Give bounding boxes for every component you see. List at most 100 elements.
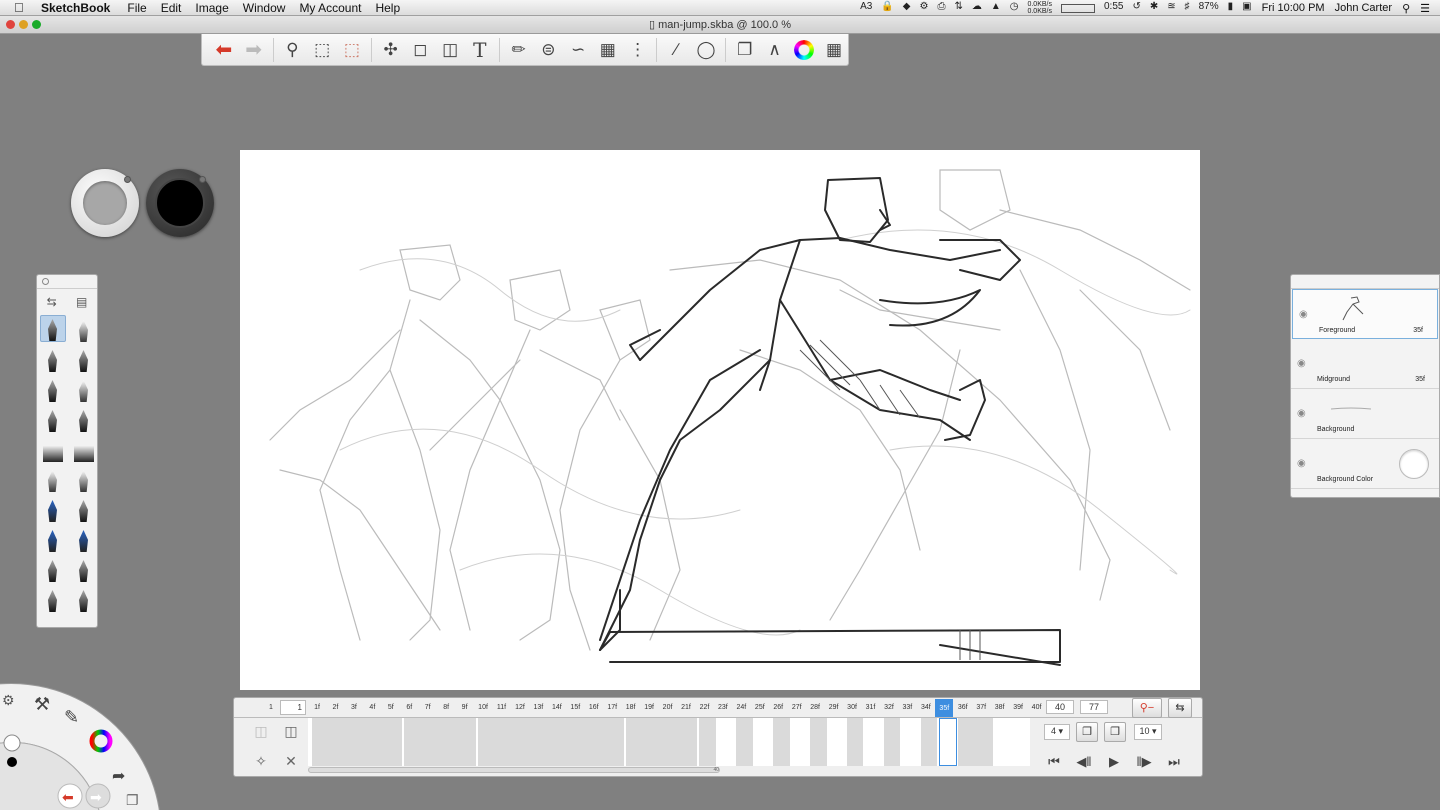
- ellipse-icon[interactable]: ⊜: [534, 37, 562, 63]
- airbrush[interactable]: [40, 465, 66, 492]
- copy-icon[interactable]: ❐: [126, 792, 139, 808]
- menu-my-account[interactable]: My Account: [299, 1, 361, 15]
- frame-label[interactable]: 18f: [622, 704, 640, 711]
- apple-icon[interactable]: : [14, 0, 30, 15]
- menu-image[interactable]: Image: [195, 1, 228, 15]
- frame-label[interactable]: 15f: [566, 704, 584, 711]
- frame-cell[interactable]: [478, 718, 624, 766]
- printer-icon[interactable]: ⎙: [937, 1, 945, 15]
- next-frame-icon[interactable]: ‖▶: [1132, 754, 1156, 770]
- fill-icon[interactable]: ◫: [436, 37, 464, 63]
- delete-frame-icon[interactable]: ✕: [282, 752, 300, 770]
- zoom-window-button[interactable]: [32, 20, 41, 29]
- frame-cell[interactable]: [847, 718, 864, 766]
- frame-label[interactable]: 17f: [603, 704, 621, 711]
- first-frame-icon[interactable]: ⏮: [1042, 754, 1066, 770]
- watercolor-brush[interactable]: [71, 525, 97, 552]
- shape-icon[interactable]: ◯: [692, 37, 720, 63]
- frame-cell[interactable]: [810, 718, 827, 766]
- brush-library-icon[interactable]: ✎: [64, 707, 79, 727]
- frame-label[interactable]: 38f: [991, 704, 1009, 711]
- color-swatch-gray[interactable]: [83, 181, 127, 225]
- felt-pen-brush[interactable]: [71, 375, 97, 402]
- airplay-icon[interactable]: ▲: [991, 1, 1001, 15]
- add-keyframe-icon[interactable]: ✧: [252, 752, 270, 770]
- cloud-icon[interactable]: ☁: [972, 1, 982, 15]
- blue-pencil-brush[interactable]: [40, 495, 66, 522]
- marker-brush[interactable]: [40, 345, 66, 372]
- clock-text[interactable]: Fri 10:00 PM: [1262, 2, 1325, 14]
- menu-edit[interactable]: Edit: [161, 1, 182, 15]
- frame-cell[interactable]: [957, 718, 993, 766]
- frame-label[interactable]: 5f: [382, 704, 400, 711]
- frame-label[interactable]: 27f: [788, 704, 806, 711]
- loop-icon[interactable]: ⇆: [1168, 698, 1192, 718]
- frame-cell[interactable]: [773, 718, 790, 766]
- frame-label[interactable]: 19f: [640, 704, 658, 711]
- lasso-icon[interactable]: ✣: [377, 37, 405, 63]
- brush-settings-icon[interactable]: ⇆: [47, 295, 57, 309]
- eye-icon[interactable]: ◉: [1297, 408, 1306, 419]
- frame-label[interactable]: 22f: [695, 704, 713, 711]
- display-icon[interactable]: ▣: [1242, 1, 1251, 15]
- color-puck-light[interactable]: [71, 169, 139, 237]
- frame-cell[interactable]: [625, 718, 698, 766]
- current-frame-cell[interactable]: [939, 718, 958, 766]
- brush-size-indicator[interactable]: [3, 734, 21, 752]
- layer-background-color[interactable]: ◉ Background Color: [1291, 439, 1439, 489]
- ruler-icon[interactable]: ✏: [505, 37, 533, 63]
- frame-label[interactable]: 21f: [677, 704, 695, 711]
- spotlight-icon[interactable]: ⚲: [1402, 2, 1410, 15]
- lock-icon[interactable]: 🔒: [881, 1, 893, 15]
- copy-icon[interactable]: ❐: [731, 37, 759, 63]
- frame-label[interactable]: 23f: [714, 704, 732, 711]
- timeline-track[interactable]: [308, 718, 1030, 766]
- frame-label[interactable]: 32f: [880, 704, 898, 711]
- frame-label[interactable]: 14f: [548, 704, 566, 711]
- prev-frame-icon[interactable]: ◀‖: [1072, 754, 1096, 770]
- frame-label[interactable]: 34f: [917, 704, 935, 711]
- flat-brush[interactable]: [71, 585, 97, 612]
- start-frame-field[interactable]: 1: [280, 700, 306, 715]
- end-frame-field[interactable]: 40: [1046, 700, 1074, 714]
- smear-brush[interactable]: [40, 525, 66, 552]
- eraser-soft[interactable]: [71, 435, 97, 462]
- frame-label[interactable]: 4f: [363, 704, 381, 711]
- select-icon[interactable]: ⬚: [338, 37, 366, 63]
- symmetry-icon[interactable]: ⋮: [624, 37, 652, 63]
- zoom-icon[interactable]: ⚲: [278, 37, 306, 63]
- frame-label[interactable]: 35f: [935, 699, 954, 717]
- add-frame-icon[interactable]: ◫: [282, 722, 300, 740]
- onion-count-select[interactable]: 10 ▾: [1134, 724, 1162, 740]
- select-tool-icon[interactable]: ➦: [112, 768, 125, 785]
- eye-icon[interactable]: ◉: [1297, 458, 1306, 469]
- stroke-icon[interactable]: ∕: [662, 37, 690, 63]
- menu-window[interactable]: Window: [243, 1, 286, 15]
- frame-cell[interactable]: [699, 718, 716, 766]
- play-icon[interactable]: ▶: [1102, 754, 1126, 770]
- frame-label[interactable]: 24f: [732, 704, 750, 711]
- wifi-sync-icon[interactable]: ⇅: [954, 1, 962, 15]
- gear-icon[interactable]: ⚙: [919, 1, 928, 15]
- brush-properties-icon[interactable]: ⚒: [34, 694, 50, 714]
- french-curve-icon[interactable]: ∽: [564, 37, 592, 63]
- time-machine-icon[interactable]: ↺: [1132, 1, 1140, 15]
- layer-foreground[interactable]: ◉ Foreground 35f: [1292, 289, 1438, 339]
- frame-label[interactable]: 33f: [898, 704, 916, 711]
- frame-cell[interactable]: [404, 718, 477, 766]
- frame-label[interactable]: 39f: [1009, 704, 1027, 711]
- frame-label[interactable]: 3f: [345, 704, 363, 711]
- background-color-swatch[interactable]: [1399, 449, 1429, 479]
- frame-label[interactable]: 8f: [437, 704, 455, 711]
- layer-midground[interactable]: ◉ Midground 35f: [1291, 339, 1439, 389]
- drawing-canvas[interactable]: [240, 150, 1200, 690]
- menu-help[interactable]: Help: [375, 1, 400, 15]
- inking-brush[interactable]: [40, 375, 66, 402]
- perspective-icon[interactable]: ▦: [594, 37, 622, 63]
- frame-label[interactable]: 25f: [751, 704, 769, 711]
- user-name[interactable]: John Carter: [1335, 2, 1392, 14]
- brush-library-icon[interactable]: ▤: [76, 295, 87, 309]
- add-frame-disabled-icon[interactable]: ◫: [252, 722, 270, 740]
- adobe-badge[interactable]: A3: [860, 1, 872, 15]
- battery-bar-icon[interactable]: [1060, 4, 1095, 13]
